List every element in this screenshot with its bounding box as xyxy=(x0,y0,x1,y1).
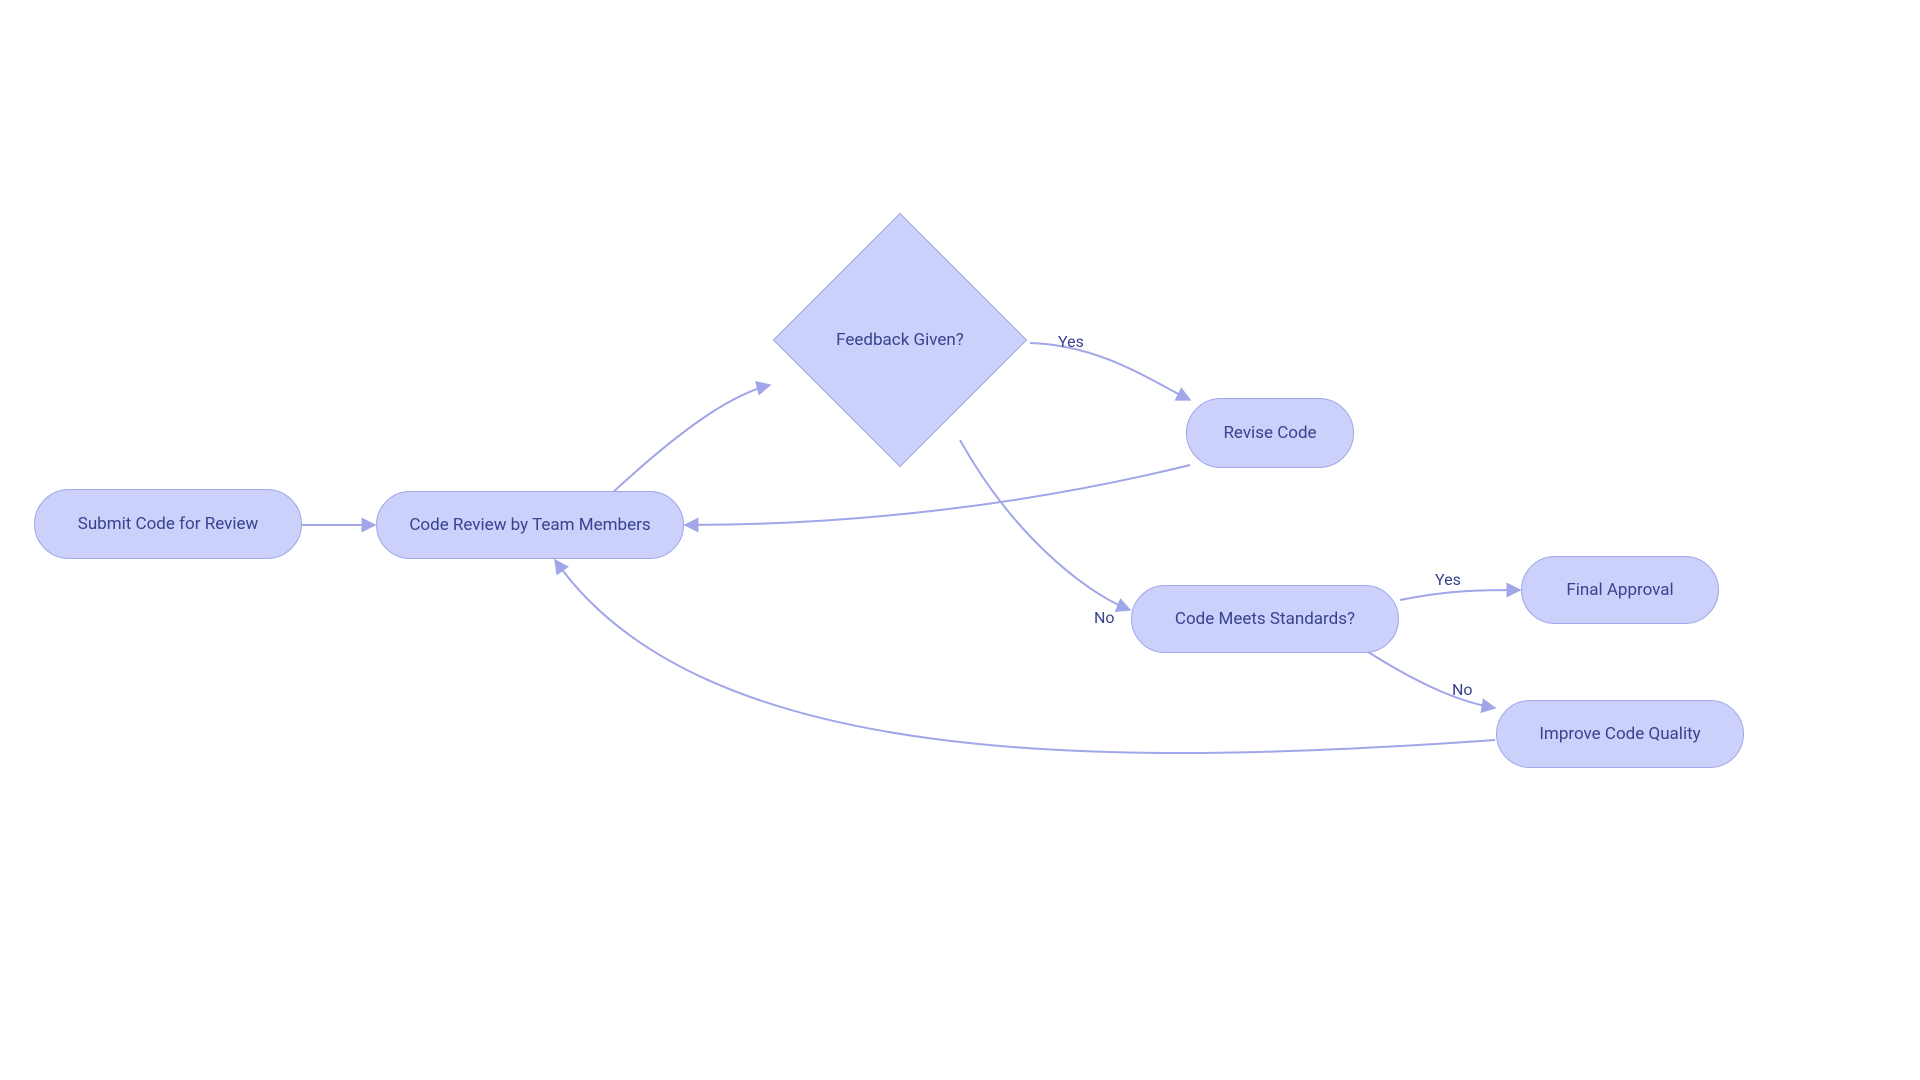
edge-label-meets-no: No xyxy=(1452,680,1473,699)
node-final-label: Final Approval xyxy=(1566,580,1673,600)
edge-meets-no xyxy=(1365,650,1495,708)
edge-label-feedback-yes: Yes xyxy=(1058,332,1084,351)
edge-label-meets-yes: Yes xyxy=(1435,570,1461,589)
node-final: Final Approval xyxy=(1521,556,1719,624)
node-review-label: Code Review by Team Members xyxy=(409,515,650,535)
edge-review-to-feedback xyxy=(610,385,770,495)
edge-feedback-yes xyxy=(1030,343,1190,400)
node-improve-label: Improve Code Quality xyxy=(1539,724,1700,744)
node-submit: Submit Code for Review xyxy=(34,489,302,559)
diamond-shape xyxy=(773,213,1028,468)
node-revise-label: Revise Code xyxy=(1223,423,1316,443)
node-feedback: Feedback Given? xyxy=(760,200,1040,480)
edge-meets-yes xyxy=(1400,590,1520,600)
node-submit-label: Submit Code for Review xyxy=(78,514,259,534)
node-revise: Revise Code xyxy=(1186,398,1354,468)
node-meets: Code Meets Standards? xyxy=(1131,585,1399,653)
node-meets-label: Code Meets Standards? xyxy=(1175,609,1355,629)
node-improve: Improve Code Quality xyxy=(1496,700,1744,768)
edge-label-feedback-no: No xyxy=(1094,608,1115,627)
flowchart-canvas: Submit Code for Review Code Review by Te… xyxy=(0,0,1920,1080)
